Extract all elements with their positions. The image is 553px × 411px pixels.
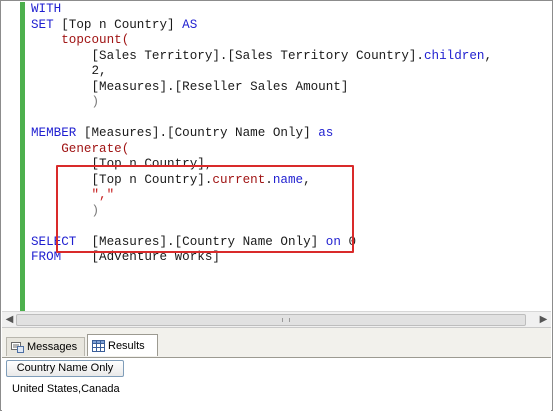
scroll-left-icon[interactable]: ◀ (3, 313, 16, 326)
code-line[interactable] (31, 111, 492, 127)
code-token: [Sales Territory].[Sales Territory Count… (31, 48, 424, 63)
code-token: AS (182, 17, 198, 32)
tab-results-label: Results (108, 340, 145, 352)
results-tab-bar: Messages Results (2, 327, 551, 358)
query-window: WITH SET [Top n Country] AS topcount( [Sa… (0, 0, 553, 411)
code-token: topcount( (31, 33, 130, 47)
tab-results[interactable]: Results (87, 334, 158, 356)
code-line[interactable]: [Sales Territory].[Sales Territory Count… (31, 49, 492, 65)
code-token: , (484, 48, 493, 63)
code-token: ) (31, 95, 100, 109)
code-line[interactable]: 2, (31, 64, 492, 80)
code-line[interactable]: WITH (31, 2, 492, 18)
code-line[interactable]: MEMBER [Measures].[Country Name Only] as (31, 126, 492, 142)
code-token: [Measures].[Country Name Only] (83, 126, 319, 140)
code-line[interactable]: Generate( (31, 142, 492, 158)
code-line[interactable]: topcount( (31, 33, 492, 49)
tab-messages-label: Messages (27, 341, 78, 353)
code-token: MEMBER (31, 126, 84, 140)
code-line[interactable]: ) (31, 95, 492, 111)
code-token: as (318, 126, 334, 140)
column-header[interactable]: Country Name Only (6, 360, 124, 377)
code-line[interactable]: [Measures].[Reseller Sales Amount] (31, 80, 492, 96)
code-token: [Top n Country] (61, 17, 183, 32)
tab-messages[interactable]: Messages (6, 337, 85, 356)
results-grid[interactable]: Country Name Only United States,Canada (2, 357, 551, 411)
result-cell[interactable]: United States,Canada (12, 382, 120, 396)
code-token: 2, (31, 64, 107, 78)
code-token: Generate( (31, 141, 130, 156)
horizontal-scrollbar[interactable]: ◀ ▶ (2, 311, 551, 327)
code-token: SET (31, 17, 62, 32)
highlight-box (56, 165, 354, 253)
scroll-right-icon[interactable]: ▶ (537, 313, 550, 326)
scroll-thumb[interactable] (16, 314, 526, 326)
code-token: children (424, 48, 485, 63)
code-token: WITH (31, 2, 62, 16)
query-editor[interactable]: WITH SET [Top n Country] AS topcount( [Sa… (2, 2, 551, 311)
code-token: [Measures].[Reseller Sales Amount] (31, 79, 349, 94)
change-tracking-gutter (20, 2, 25, 311)
scroll-grip-icon (282, 318, 290, 322)
grid-icon (92, 340, 105, 352)
code-line[interactable]: SET [Top n Country] AS (31, 18, 492, 34)
messages-icon (11, 342, 24, 353)
